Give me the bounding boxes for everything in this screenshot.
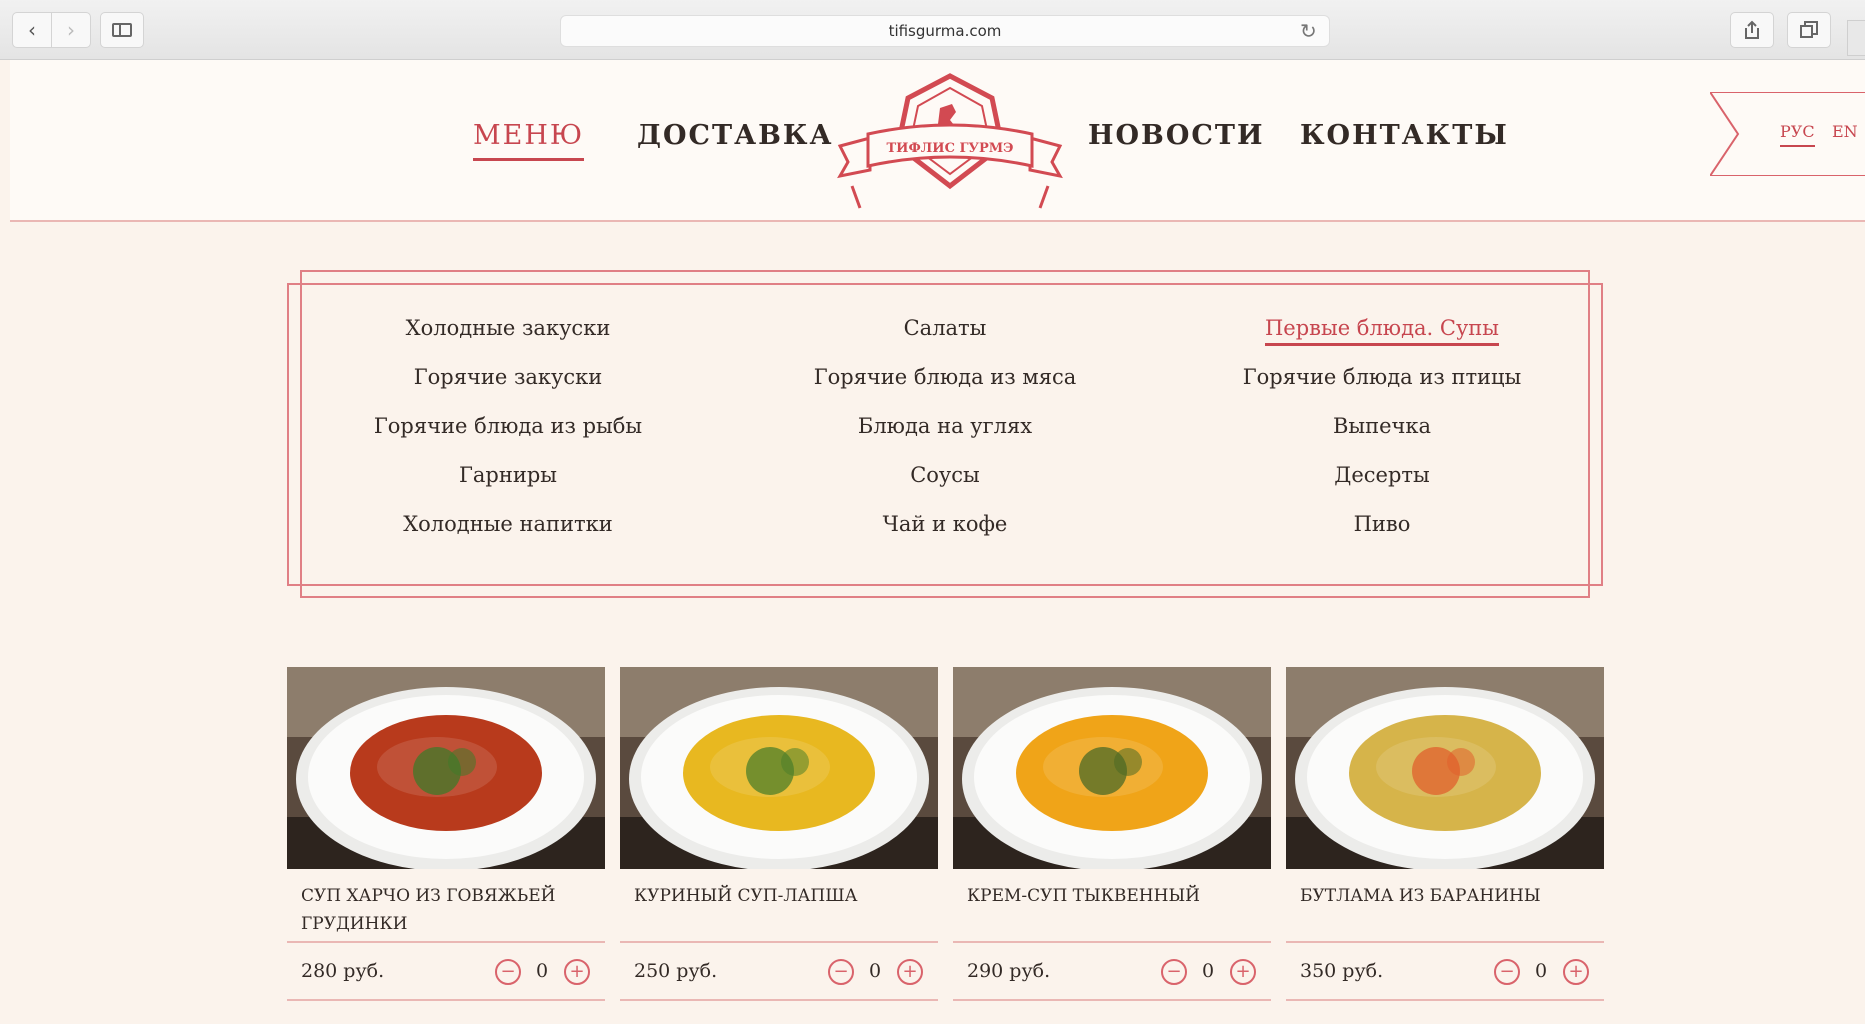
increase-quantity-icon[interactable]: + <box>897 959 923 985</box>
sidebar-icon <box>112 23 132 37</box>
share-button[interactable] <box>1730 12 1774 48</box>
nav-menu[interactable]: МЕНЮ <box>473 120 585 161</box>
category-label: Салаты <box>903 316 987 340</box>
quantity-value: 0 <box>1201 960 1215 982</box>
address-bar[interactable]: tifisgurma.com <box>560 15 1330 47</box>
browser-toolbar: ‹ › tifisgurma.com ↻ <box>0 0 1865 60</box>
divider <box>287 941 605 943</box>
new-tab-edge[interactable] <box>1847 20 1865 56</box>
logo[interactable]: ТИФЛИС ГУРМЭ <box>830 68 1070 218</box>
product-card[interactable]: Куриный суп-лапша 250 руб. −0 + <box>620 667 938 1001</box>
url-text: tifisgurma.com <box>888 22 1002 40</box>
logo-text: ТИФЛИС ГУРМЭ <box>887 141 1014 156</box>
sidebar-toggle-button[interactable] <box>100 12 144 48</box>
soup-image <box>953 667 1271 869</box>
category-label: Соусы <box>910 463 980 487</box>
divider <box>1286 941 1604 943</box>
category-item[interactable]: Соусы <box>727 463 1163 487</box>
category-label: Блюда на углях <box>857 414 1033 438</box>
category-item[interactable]: Чай и кофе <box>727 512 1163 536</box>
category-label: Холодные закуски <box>405 316 611 340</box>
decrease-quantity-icon[interactable]: − <box>1161 959 1187 985</box>
category-label: Десерты <box>1334 463 1430 487</box>
decrease-quantity-icon[interactable]: − <box>1494 959 1520 985</box>
product-price: 280 руб. <box>301 960 385 982</box>
nav-delivery[interactable]: ДОСТАВКА <box>637 120 833 151</box>
divider <box>620 999 938 1001</box>
decrease-quantity-icon[interactable]: − <box>828 959 854 985</box>
product-card[interactable]: Крем-суп тыквенный 290 руб. −0 + <box>953 667 1271 1001</box>
chevron-left-icon: ‹ <box>28 18 36 42</box>
quantity-value: 0 <box>868 960 882 982</box>
product-name[interactable]: Суп харчо из говяжьей грудинки <box>301 882 596 938</box>
category-item[interactable]: Горячие блюда из рыбы <box>290 414 726 438</box>
category-item[interactable]: Блюда на углях <box>727 414 1163 438</box>
increase-quantity-icon[interactable]: + <box>1563 959 1589 985</box>
decrease-quantity-icon[interactable]: − <box>495 959 521 985</box>
divider <box>1286 999 1604 1001</box>
reload-icon[interactable]: ↻ <box>1300 19 1317 43</box>
product-price: 290 руб. <box>967 960 1051 982</box>
product-card[interactable]: Бутлама из баранины 350 руб. −0 + <box>1286 667 1604 1001</box>
category-item[interactable]: Пиво <box>1164 512 1600 536</box>
category-label: Холодные напитки <box>403 512 613 536</box>
site-header: МЕНЮ ДОСТАВКА ТИФЛИС ГУРМЭ НОВОСТИ КОНТА… <box>10 60 1865 222</box>
category-item[interactable]: Холодные напитки <box>290 512 726 536</box>
product-name[interactable]: Крем-суп тыквенный <box>967 882 1262 910</box>
category-item[interactable]: Выпечка <box>1164 414 1600 438</box>
lang-en[interactable]: EN <box>1832 122 1858 141</box>
category-label: Чай и кофе <box>882 512 1008 536</box>
increase-quantity-icon[interactable]: + <box>1230 959 1256 985</box>
product-card[interactable]: Суп харчо из говяжьей грудинки 280 руб. −0… <box>287 667 605 1001</box>
forward-button[interactable]: › <box>51 12 91 48</box>
quantity-value: 0 <box>535 960 549 982</box>
nav-news[interactable]: НОВОСТИ <box>1088 120 1264 151</box>
divider <box>287 999 605 1001</box>
nav-contacts[interactable]: КОНТАКТЫ <box>1300 120 1509 151</box>
soup-image <box>287 667 605 869</box>
category-item[interactable]: Горячие закуски <box>290 365 726 389</box>
quantity-value: 0 <box>1534 960 1548 982</box>
share-icon <box>1745 20 1759 39</box>
product-price: 250 руб. <box>634 960 718 982</box>
increase-quantity-icon[interactable]: + <box>564 959 590 985</box>
category-label: Выпечка <box>1332 414 1432 438</box>
soup-image <box>1286 667 1604 869</box>
category-item[interactable]: Гарниры <box>290 463 726 487</box>
divider <box>953 999 1271 1001</box>
product-name[interactable]: Куриный суп-лапша <box>634 882 929 910</box>
category-item[interactable]: Первые блюда. Супы <box>1164 316 1600 346</box>
divider <box>953 941 1271 943</box>
chevron-right-icon: › <box>67 18 75 42</box>
category-menu: Холодные закуски Горячие закуски Горячие б… <box>290 316 1600 556</box>
category-label: Горячие блюда из рыбы <box>373 414 643 438</box>
category-label: Горячие блюда из мяса <box>813 365 1077 389</box>
category-label: Первые блюда. Супы <box>1264 316 1500 346</box>
category-item[interactable]: Десерты <box>1164 463 1600 487</box>
product-photo[interactable] <box>620 667 938 869</box>
product-photo[interactable] <box>1286 667 1604 869</box>
category-label: Горячие закуски <box>413 365 603 389</box>
back-button[interactable]: ‹ <box>12 12 52 48</box>
category-item[interactable]: Салаты <box>727 316 1163 340</box>
category-item[interactable]: Холодные закуски <box>290 316 726 340</box>
category-item[interactable]: Горячие блюда из птицы <box>1164 365 1600 389</box>
soup-image <box>620 667 938 869</box>
tabs-button[interactable] <box>1787 12 1831 48</box>
category-item[interactable]: Горячие блюда из мяса <box>727 365 1163 389</box>
product-price: 350 руб. <box>1300 960 1384 982</box>
divider <box>620 941 938 943</box>
lang-ru[interactable]: РУС <box>1780 122 1815 147</box>
category-label: Горячие блюда из птицы <box>1242 365 1522 389</box>
language-switcher: РУС EN <box>1710 92 1865 176</box>
product-photo[interactable] <box>953 667 1271 869</box>
tabs-icon <box>1800 21 1818 38</box>
product-name[interactable]: Бутлама из баранины <box>1300 882 1595 910</box>
product-photo[interactable] <box>287 667 605 869</box>
category-label: Пиво <box>1353 512 1411 536</box>
category-label: Гарниры <box>458 463 558 487</box>
